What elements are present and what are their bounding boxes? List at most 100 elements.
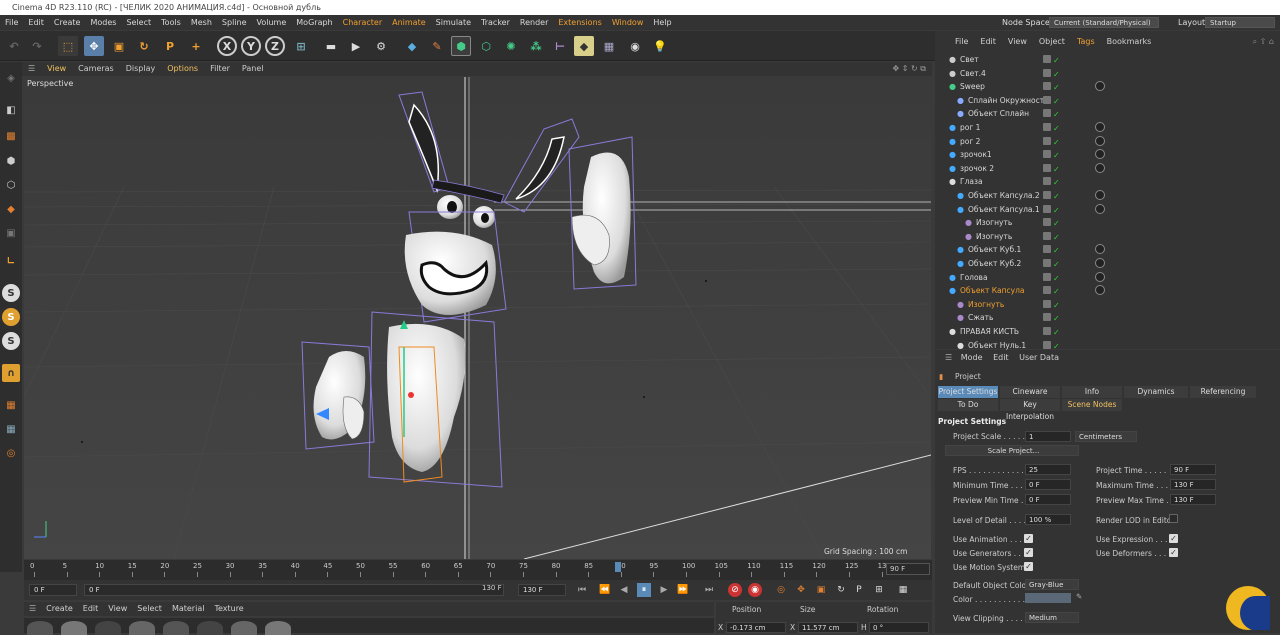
object-name[interactable]: Объект Капсула — [960, 284, 1025, 297]
key-position-icon[interactable]: ✥ — [794, 583, 808, 597]
visibility-toggle[interactable] — [1043, 191, 1051, 199]
snap-icon[interactable]: S — [2, 284, 20, 302]
obj-menu-edit[interactable]: Edit — [974, 31, 1002, 53]
menu-window[interactable]: Window — [607, 15, 649, 30]
object-row[interactable]: ● рог 2 ✓ — [935, 135, 1280, 148]
object-row[interactable]: ● Изогнуть ✓ — [935, 298, 1280, 311]
pen-icon[interactable]: ✎ — [427, 36, 447, 56]
object-name[interactable]: Изогнуть — [976, 230, 1012, 243]
viewport-menu-panel[interactable]: Panel — [236, 62, 270, 76]
menu-help[interactable]: Help — [648, 15, 676, 30]
move-tool-icon[interactable]: ✥ — [84, 36, 104, 56]
project-time-field[interactable]: 90 F — [1170, 464, 1216, 475]
x-axis-lock[interactable]: X — [217, 36, 237, 56]
visibility-toggle[interactable] — [1043, 95, 1051, 104]
rotation-h-field[interactable]: 0 ° — [869, 622, 929, 633]
mograph-icon[interactable]: ✺ — [501, 36, 521, 56]
render-settings-icon[interactable]: ⚙ — [371, 36, 391, 56]
go-to-end-icon[interactable]: ⏭ — [702, 583, 716, 597]
object-row[interactable]: ● Объект Сплайн ✓ — [935, 107, 1280, 120]
menu-tools[interactable]: Tools — [156, 15, 186, 30]
object-name[interactable]: Объект Куб.1 — [968, 243, 1021, 256]
preview-max-field[interactable]: 130 F — [1170, 494, 1216, 505]
preview-min-field[interactable]: 0 F — [1025, 494, 1071, 505]
color-swatch[interactable] — [1025, 593, 1071, 603]
tab-referencing[interactable]: Referencing — [1190, 386, 1256, 398]
object-name[interactable]: Свет.4 — [960, 67, 986, 80]
view-clipping-dropdown[interactable]: Medium — [1025, 612, 1079, 623]
object-name[interactable]: Сжать — [968, 311, 993, 324]
pause-icon[interactable]: ⏸ — [637, 583, 651, 597]
material-tag-icon[interactable] — [1095, 122, 1105, 132]
enabled-check-icon[interactable]: ✓ — [1053, 108, 1060, 121]
autokey-icon[interactable]: ◉ — [748, 583, 762, 597]
layout-dropdown[interactable]: Startup — [1205, 17, 1275, 28]
viewport-menu-view[interactable]: View — [41, 62, 72, 76]
object-row[interactable]: ● Свет.4 ✓ — [935, 67, 1280, 80]
key-rotation-icon[interactable]: ↻ — [834, 583, 848, 597]
default-color-dropdown[interactable]: Gray-Blue — [1025, 579, 1079, 590]
enabled-check-icon[interactable]: ✓ — [1053, 299, 1060, 312]
object-name[interactable]: ПРАВАЯ КИСТЬ — [960, 325, 1019, 338]
texture-mode-icon[interactable]: ▩ — [2, 127, 20, 145]
viewport-nav-icons[interactable]: ✥ ⇕ ↻ ⧉ — [887, 62, 932, 76]
object-row[interactable]: ● ПРАВАЯ КИСТЬ ✓ — [935, 325, 1280, 338]
material-menu-material[interactable]: Material — [167, 602, 210, 616]
tab-todo[interactable]: To Do — [938, 399, 998, 411]
redo-icon[interactable]: ↷ — [27, 36, 47, 56]
size-x-field[interactable]: 11.577 cm — [798, 622, 858, 633]
use-animation-checkbox[interactable]: ✓ — [1024, 534, 1033, 543]
scale-tool-icon[interactable]: ▣ — [109, 36, 129, 56]
object-row[interactable]: ● Глаза ✓ — [935, 175, 1280, 188]
next-key-icon[interactable]: ⏩ — [676, 583, 690, 597]
tab-cineware[interactable]: Cineware — [1000, 386, 1060, 398]
visibility-toggle[interactable] — [1043, 163, 1051, 172]
eyedropper-icon[interactable]: ✎ — [1076, 592, 1082, 601]
enabled-check-icon[interactable]: ✓ — [1053, 326, 1060, 339]
start-frame-field[interactable]: 0 F — [29, 584, 77, 596]
scale-project-button[interactable]: Scale Project... — [945, 445, 1079, 456]
object-row[interactable]: ● Объект Куб.2 ✓ — [935, 257, 1280, 270]
tab-key-interpolation[interactable]: Key Interpolation — [1000, 399, 1060, 421]
grid-icon[interactable]: ▦ — [2, 420, 20, 438]
attr-menu-userdata[interactable]: User Data — [1019, 353, 1059, 362]
visibility-toggle[interactable] — [1043, 286, 1051, 295]
select-tool-icon[interactable]: ⬚ — [58, 36, 78, 56]
enabled-check-icon[interactable]: ✓ — [1053, 244, 1060, 257]
visibility-toggle[interactable] — [1043, 204, 1051, 213]
material-menu-select[interactable]: Select — [132, 602, 167, 616]
viewport-menu-cameras[interactable]: Cameras — [72, 62, 120, 76]
render-picture-viewer-icon[interactable]: ▶ — [346, 36, 366, 56]
key-param-icon[interactable]: P — [852, 583, 866, 597]
visibility-toggle[interactable] — [1043, 109, 1051, 118]
object-row[interactable]: ● Sweep ✓ — [935, 80, 1280, 93]
min-time-field[interactable]: 0 F — [1025, 479, 1071, 490]
visibility-toggle[interactable] — [1043, 136, 1051, 145]
enabled-check-icon[interactable]: ✓ — [1053, 217, 1060, 230]
obj-search-icon[interactable]: ⌕ ⇧ ⌂ — [1247, 31, 1280, 53]
object-name[interactable]: рог 2 — [960, 135, 980, 148]
object-row[interactable]: ● Изогнуть ✓ — [935, 216, 1280, 229]
menu-simulate[interactable]: Simulate — [431, 15, 476, 30]
enabled-check-icon[interactable]: ✓ — [1053, 163, 1060, 176]
material-menu-icon[interactable]: ☰ — [24, 602, 41, 616]
light-icon[interactable]: 💡 — [650, 36, 670, 56]
enabled-check-icon[interactable]: ✓ — [1053, 81, 1060, 94]
current-frame-field[interactable]: 90 F — [886, 563, 930, 575]
object-name[interactable]: рог 1 — [960, 121, 980, 134]
material-tag-icon[interactable] — [1095, 162, 1105, 173]
object-row[interactable]: ● рог 1 ✓ — [935, 121, 1280, 134]
use-deformers-checkbox[interactable]: ✓ — [1169, 548, 1178, 557]
obj-menu-object[interactable]: Object — [1033, 31, 1071, 53]
material-tag-icon[interactable] — [1095, 258, 1105, 268]
material-tag-icon[interactable] — [1095, 81, 1105, 92]
visibility-toggle[interactable] — [1043, 123, 1051, 131]
object-row[interactable]: ● зрочок1 ✓ — [935, 148, 1280, 161]
object-row[interactable]: ● Объект Капсула.1 ✓ — [935, 203, 1280, 216]
workplane-snap-icon[interactable]: S — [2, 332, 20, 350]
playhead[interactable] — [615, 562, 621, 572]
record-icon[interactable]: ⊘ — [728, 583, 742, 597]
object-name[interactable]: зрочок 2 — [960, 162, 994, 175]
material-menu-texture[interactable]: Texture — [209, 602, 248, 616]
fps-field[interactable]: 25 — [1025, 464, 1071, 475]
